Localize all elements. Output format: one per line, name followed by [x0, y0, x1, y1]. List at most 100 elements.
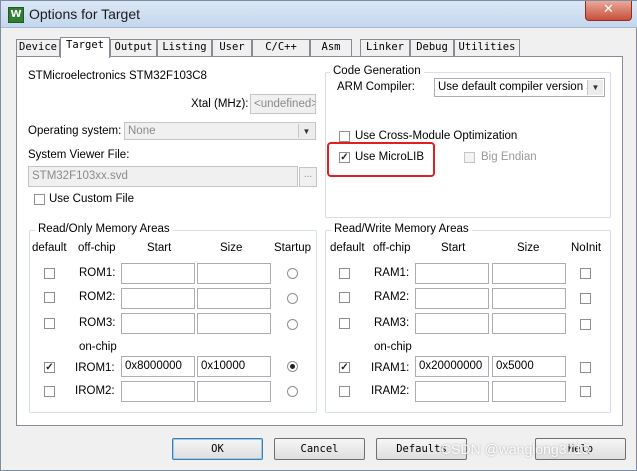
ram2-size-input[interactable] [492, 288, 566, 309]
rom1-size-input[interactable] [197, 263, 271, 284]
ram3-label: RAM3: [374, 317, 410, 329]
ram3-noinit-checkbox[interactable] [580, 319, 591, 330]
title-bar: W Options for Target ✕ [1, 1, 637, 28]
options-dialog: W Options for Target ✕ Device Target Out… [0, 0, 637, 471]
rom2-default-checkbox[interactable] [44, 292, 55, 303]
xtal-label: Xtal (MHz): [191, 98, 249, 110]
svf-input[interactable]: STM32F103xx.svd [28, 166, 298, 187]
rw-header-start: Start [441, 242, 466, 254]
rw-header-size: Size [517, 242, 540, 254]
chevron-down-icon: ▼ [587, 80, 603, 95]
ram2-default-checkbox[interactable] [339, 292, 350, 303]
rom2-startup-radio[interactable] [287, 293, 298, 304]
close-button[interactable]: ✕ [585, 1, 632, 21]
rw-header-default: default [330, 242, 365, 254]
ro-header-offchip: off-chip [78, 242, 116, 254]
tab-linker[interactable]: Linker [360, 39, 410, 56]
iram1-default-checkbox[interactable]: ✓ [339, 362, 350, 373]
ro-header-startup: Startup [274, 242, 312, 254]
rw-memory-title: Read/Write Memory Areas [331, 223, 472, 235]
ram1-noinit-checkbox[interactable] [580, 268, 591, 279]
os-select[interactable]: None ▼ [124, 122, 316, 140]
ro-header-start: Start [147, 242, 172, 254]
tab-debug[interactable]: Debug [410, 39, 454, 56]
ram2-start-input[interactable] [415, 288, 489, 309]
csdn-watermark: CSDN @wanglong3713 [441, 441, 590, 457]
irom2-size-input[interactable] [197, 381, 271, 402]
rom1-start-input[interactable] [121, 263, 195, 284]
iram1-size-input[interactable]: 0x5000 [492, 356, 566, 377]
rw-header-noinit: NoInit [571, 242, 602, 254]
iram2-size-input[interactable] [492, 381, 566, 402]
ram1-default-checkbox[interactable] [339, 268, 350, 279]
use-custom-file-checkbox[interactable] [34, 194, 45, 205]
rom3-startup-radio[interactable] [287, 319, 298, 330]
check-icon: ✓ [340, 362, 349, 373]
ram2-noinit-checkbox[interactable] [580, 293, 591, 304]
rom1-startup-radio[interactable] [287, 268, 298, 279]
cross-module-checkbox[interactable] [339, 131, 350, 142]
rom3-start-input[interactable] [121, 313, 195, 334]
arm-compiler-select[interactable]: Use default compiler version 5 ▼ [434, 78, 605, 97]
tab-cc[interactable]: C/C++ [252, 39, 310, 56]
ram2-label: RAM2: [374, 291, 410, 303]
rom2-start-input[interactable] [121, 288, 195, 309]
arm-compiler-value: Use default compiler version 5 [438, 81, 593, 93]
ram1-size-input[interactable] [492, 263, 566, 284]
irom1-size-input[interactable]: 0x10000 [197, 356, 271, 377]
tab-listing[interactable]: Listing [157, 39, 212, 56]
tab-utilities[interactable]: Utilities [454, 39, 520, 56]
rom3-label: ROM3: [79, 317, 116, 329]
big-endian-label: Big Endian [481, 151, 537, 163]
iram1-noinit-checkbox[interactable] [580, 362, 591, 373]
keil-app-icon: W [8, 7, 24, 23]
chevron-down-icon: ▼ [298, 124, 314, 138]
arm-compiler-label: ARM Compiler: [337, 81, 415, 93]
rom1-label: ROM1: [79, 267, 116, 279]
rom2-size-input[interactable] [197, 288, 271, 309]
rom1-default-checkbox[interactable] [44, 268, 55, 279]
irom2-start-input[interactable] [121, 381, 195, 402]
rom3-size-input[interactable] [197, 313, 271, 334]
irom2-startup-radio[interactable] [287, 386, 298, 397]
ram1-label: RAM1: [374, 267, 410, 279]
iram2-start-input[interactable] [415, 381, 489, 402]
irom2-label: IROM2: [75, 385, 115, 397]
tab-target[interactable]: Target [60, 37, 110, 58]
tab-device[interactable]: Device [16, 39, 60, 56]
irom1-start-input[interactable]: 0x8000000 [121, 356, 195, 377]
tab-user[interactable]: User [212, 39, 252, 56]
radio-dot-icon [290, 364, 295, 369]
rom2-label: ROM2: [79, 291, 116, 303]
iram2-default-checkbox[interactable] [339, 386, 350, 397]
big-endian-checkbox[interactable] [464, 152, 475, 163]
irom1-default-checkbox[interactable]: ✓ [44, 362, 55, 373]
ram3-default-checkbox[interactable] [339, 318, 350, 329]
irom2-default-checkbox[interactable] [44, 386, 55, 397]
svf-label: System Viewer File: [28, 149, 130, 161]
ro-memory-title: Read/Only Memory Areas [35, 223, 173, 235]
os-value: None [128, 125, 156, 137]
iram1-start-input[interactable]: 0x20000000 [415, 356, 489, 377]
rw-onchip-label: on-chip [374, 341, 412, 353]
cancel-button[interactable]: Cancel [274, 438, 365, 460]
rw-header-offchip: off-chip [373, 242, 411, 254]
ram1-start-input[interactable] [415, 263, 489, 284]
ro-header-default: default [32, 242, 67, 254]
cross-module-label: Use Cross-Module Optimization [355, 130, 518, 142]
use-custom-file-label: Use Custom File [49, 193, 134, 205]
xtal-input[interactable]: <undefined> [250, 94, 316, 114]
iram2-noinit-checkbox[interactable] [580, 386, 591, 397]
ram3-start-input[interactable] [415, 313, 489, 334]
device-name: STMicroelectronics STM32F103C8 [28, 70, 207, 82]
tab-asm[interactable]: Asm [310, 39, 352, 56]
iram2-label: IRAM2: [371, 385, 410, 397]
check-icon: ✓ [45, 362, 54, 373]
ok-button[interactable]: OK [172, 438, 263, 460]
tab-output[interactable]: Output [110, 39, 157, 56]
irom1-startup-radio[interactable] [287, 361, 298, 372]
os-label: Operating system: [28, 125, 122, 137]
rom3-default-checkbox[interactable] [44, 318, 55, 329]
ram3-size-input[interactable] [492, 313, 566, 334]
svf-browse-button[interactable]: ... [299, 167, 317, 187]
